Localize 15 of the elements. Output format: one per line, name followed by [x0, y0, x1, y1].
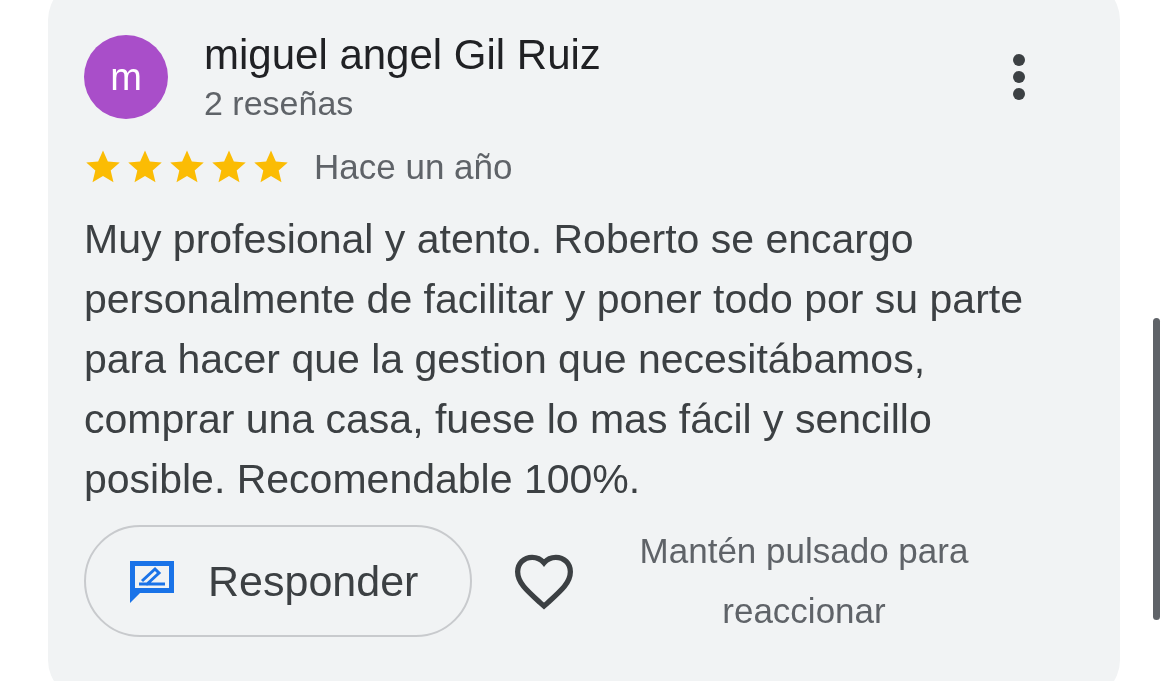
star-icon — [126, 149, 164, 185]
avatar: m — [84, 35, 168, 119]
star-icon — [210, 149, 248, 185]
star-icon — [84, 149, 122, 185]
star-icon — [252, 149, 290, 185]
review-count: 2 reseñas — [204, 83, 355, 123]
reply-button[interactable]: Responder — [84, 525, 472, 637]
star-icon — [168, 149, 206, 185]
more-options-icon[interactable] — [1012, 53, 1026, 101]
review-text: Muy profesional y atento. Roberto se encargo personalmente de facilitar y poner todo por su parte para hacer que la gestion que necesitábamos, comprar una casa, fuese lo mas fácil y sencillo posible. Recomendable 100%. — [84, 215, 1024, 504]
react-hint: Mantén pulsado para reaccionar — [638, 530, 970, 632]
heart-icon[interactable] — [512, 552, 576, 610]
author-name: miguel angel Gil Ruiz — [204, 33, 602, 77]
scrollbar[interactable] — [1153, 318, 1160, 620]
review-time: Hace un año — [314, 147, 513, 187]
